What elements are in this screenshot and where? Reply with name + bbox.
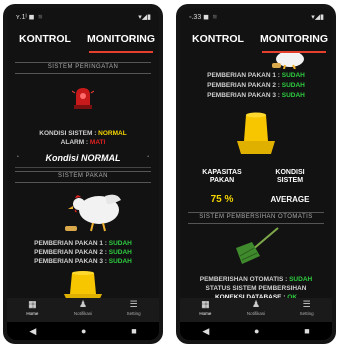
status-bar: ʏ.1ᴵ ◼ ◾ ▾◢▮	[7, 8, 159, 26]
feed-value: SUDAH	[108, 258, 132, 265]
tab-bar: KONTROL MONITORING	[180, 28, 332, 53]
section-title-warning: SISTEM PERINGATAN	[15, 62, 151, 74]
system-navigation: ◀ ● ■	[180, 322, 332, 340]
system-navigation: ◀ ● ■	[7, 322, 159, 340]
nav-setting[interactable]: ☰ Setting	[281, 298, 332, 322]
alarm-siren-icon	[72, 88, 94, 109]
status-time: ◦.33 ◼ ◾	[189, 14, 220, 21]
tab-kontrol[interactable]: KONTROL	[180, 28, 256, 53]
clean-label: PEMBERISHAN OTOMATIS :	[199, 276, 288, 283]
section-title-clean: SISTEM PEMBERSIHAN OTOMATIS	[188, 212, 324, 224]
nav-home-label: Home	[199, 311, 212, 316]
home-icon: ▦	[28, 299, 37, 309]
nav-setting-label: Setting	[126, 311, 141, 316]
signal-battery-icon: ▾◢▮	[311, 14, 324, 21]
kondisi-sistem-value: AVERAGE	[270, 195, 310, 204]
feed-value: SUDAH	[108, 249, 132, 256]
feed-label: PEMBERIAN PAKAN 1 :	[207, 72, 280, 79]
nav-setting[interactable]: ☰ Setting	[108, 298, 159, 322]
feed-row-2: PEMBERIAN PAKAN 2 : SUDAH	[7, 248, 159, 257]
feed-value: SUDAH	[108, 240, 132, 247]
banner-text: Kondisi NORMAL	[45, 153, 121, 163]
home-button-icon[interactable]: ●	[81, 326, 86, 336]
feed-value: SUDAH	[281, 82, 305, 89]
nav-notifikasi-label: Notifikasi	[246, 311, 266, 316]
back-icon[interactable]: ◀	[202, 326, 209, 337]
feeder-bucket-icon	[237, 112, 275, 154]
screen-right: ◦.33 ◼ ◾ ▾◢▮ KONTROL MONITORING PEMBERIA…	[180, 8, 332, 340]
nav-notifikasi[interactable]: ♟ Notifikasi	[58, 298, 109, 322]
alarm-row: ALARM : MATI	[7, 138, 159, 147]
bell-icon: ♟	[78, 299, 88, 309]
status-banner: • Kondisi NORMAL •	[15, 151, 151, 168]
feed-row-2: PEMBERIAN PAKAN 2 : SUDAH	[180, 81, 332, 90]
chicken-feeding-illustration	[65, 194, 121, 232]
kondisi-sistem-label: KONDISI SISTEM	[275, 169, 305, 184]
feed-label: PEMBERIAN PAKAN 3 :	[34, 258, 107, 265]
back-icon[interactable]: ◀	[29, 326, 36, 337]
nav-home[interactable]: ▦ Home	[180, 298, 231, 322]
chicken-partial-illustration	[272, 53, 304, 69]
kondisi-sistem-row: KONDISI SISTEM : NORMAL	[7, 129, 159, 138]
feed-label: PEMBERIAN PAKAN 2 :	[207, 82, 280, 89]
tab-kontrol[interactable]: KONTROL	[7, 28, 83, 53]
clean-value: SUDAH	[289, 276, 313, 283]
divider-dot-icon: •	[147, 154, 149, 160]
nav-notifikasi[interactable]: ♟ Notifikasi	[231, 298, 282, 322]
bottom-navigation: ▦ Home ♟ Notifikasi ☰ Setting	[7, 298, 159, 322]
divider-dot-icon: •	[17, 154, 19, 160]
nav-home-label: Home	[26, 311, 39, 316]
feed-row-3: PEMBERIAN PAKAN 3 : SUDAH	[7, 257, 159, 266]
status-time: ʏ.1ᴵ ◼ ◾	[16, 14, 46, 21]
kapasitas-value: 75 %	[210, 194, 234, 205]
feed-value: SUDAH	[281, 72, 305, 79]
nav-setting-label: Setting	[299, 311, 314, 316]
feed-value: SUDAH	[281, 92, 305, 99]
recent-apps-icon[interactable]: ■	[304, 326, 309, 336]
menu-icon: ☰	[129, 299, 138, 309]
nav-home[interactable]: ▦ Home	[7, 298, 58, 322]
feed-row-1: PEMBERIAN PAKAN 1 : SUDAH	[7, 239, 159, 248]
alarm-label: ALARM :	[60, 139, 89, 146]
kondisi-label: KONDISI SISTEM :	[39, 130, 97, 137]
feed-row-3: PEMBERIAN PAKAN 3 : SUDAH	[180, 91, 332, 100]
cleaning-broom-icon	[236, 227, 279, 264]
kapasitas-label: KAPASITAS PAKAN	[202, 169, 242, 184]
feed-label: PEMBERIAN PAKAN 1 :	[34, 240, 107, 247]
bell-icon: ♟	[251, 299, 261, 309]
phone-frame-left: ʏ.1ᴵ ◼ ◾ ▾◢▮ KONTROL MONITORING SISTEM P…	[3, 4, 163, 344]
clean-status: STATUS SISTEM PEMBERSIHAN	[205, 285, 307, 292]
feed-row-1: PEMBERIAN PAKAN 1 : SUDAH	[180, 71, 332, 80]
feed-label: PEMBERIAN PAKAN 2 :	[34, 249, 107, 256]
feed-label: PEMBERIAN PAKAN 3 :	[207, 92, 280, 99]
recent-apps-icon[interactable]: ■	[131, 326, 136, 336]
home-icon: ▦	[201, 299, 210, 309]
alarm-value: MATI	[89, 139, 106, 146]
home-button-icon[interactable]: ●	[254, 326, 259, 336]
clean-row: PEMBERISHAN OTOMATIS : SUDAH	[180, 275, 332, 284]
status-bar: ◦.33 ◼ ◾ ▾◢▮	[180, 8, 332, 26]
kondisi-value: NORMAL	[98, 130, 127, 137]
nav-notifikasi-label: Notifikasi	[73, 311, 93, 316]
screen-left: ʏ.1ᴵ ◼ ◾ ▾◢▮ KONTROL MONITORING SISTEM P…	[7, 8, 159, 340]
menu-icon: ☰	[302, 299, 311, 309]
bottom-navigation: ▦ Home ♟ Notifikasi ☰ Setting	[180, 298, 332, 322]
tab-bar: KONTROL MONITORING	[7, 28, 159, 53]
phone-frame-right: ◦.33 ◼ ◾ ▾◢▮ KONTROL MONITORING PEMBERIA…	[176, 4, 336, 344]
signal-battery-icon: ▾◢▮	[138, 14, 151, 21]
tab-monitoring[interactable]: MONITORING	[83, 28, 159, 53]
tab-monitoring[interactable]: MONITORING	[256, 28, 332, 53]
